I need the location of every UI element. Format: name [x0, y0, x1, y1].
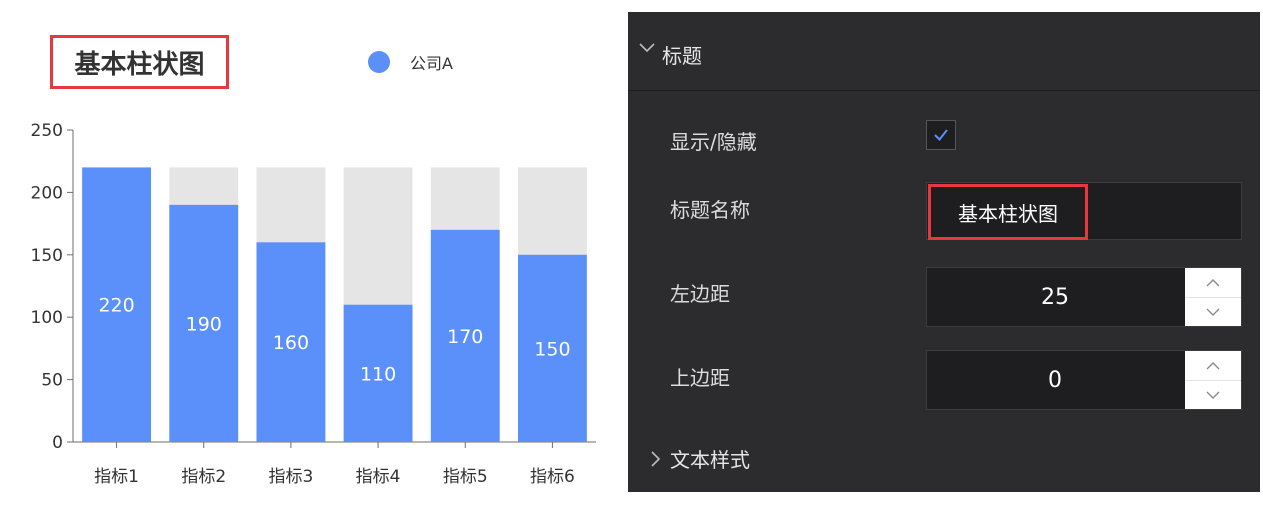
chevron-down-icon — [639, 43, 655, 53]
top-margin-decrement-button[interactable] — [1185, 380, 1241, 409]
y-tick-label: 50 — [41, 371, 63, 391]
text-style-label: 文本样式 — [670, 448, 750, 472]
chart-title-highlight: 基本柱状图 — [50, 35, 229, 89]
section-header-text-style[interactable]: 文本样式 — [628, 432, 1260, 482]
y-tick-label: 100 — [31, 308, 63, 328]
top-margin-value[interactable]: 0 — [927, 351, 1183, 409]
left-margin-value[interactable]: 25 — [927, 268, 1183, 326]
top-margin-stepper-buttons — [1185, 351, 1241, 409]
bar-data-label: 160 — [273, 332, 309, 354]
left-margin-increment-button[interactable] — [1185, 268, 1241, 298]
chevron-up-icon — [1206, 278, 1220, 286]
y-tick-label: 250 — [31, 121, 63, 141]
title-name-value: 基本柱状图 — [958, 201, 1058, 226]
legend-label: 公司A — [410, 54, 453, 73]
top-margin-increment-button[interactable] — [1185, 351, 1241, 381]
bar-data-label: 110 — [360, 363, 396, 385]
section-header-title[interactable]: 标题 — [628, 12, 1260, 91]
left-margin-decrement-button[interactable] — [1185, 297, 1241, 326]
legend-marker — [368, 51, 390, 73]
check-icon — [934, 129, 948, 142]
chevron-down-icon — [1206, 308, 1220, 316]
title-input-highlight[interactable]: 基本柱状图 — [928, 184, 1088, 240]
chart-legend[interactable]: 公司A — [368, 50, 453, 74]
visible-label: 显示/隐藏 — [670, 130, 757, 154]
left-margin-stepper-buttons — [1185, 268, 1241, 326]
chart-title: 基本柱状图 — [74, 49, 205, 80]
visible-checkbox[interactable] — [926, 120, 956, 150]
x-tick-label: 指标1 — [94, 467, 139, 487]
y-tick-label: 150 — [31, 246, 63, 266]
x-tick-label: 指标2 — [181, 467, 226, 487]
chevron-down-icon — [1206, 391, 1220, 399]
bar-data-label: 190 — [186, 313, 222, 335]
title-settings-panel: 标题 显示/隐藏 标题名称 基本柱状图 左边距 25 上边距 0 文本样式 — [628, 12, 1260, 492]
y-tick-label: 0 — [52, 433, 63, 453]
section-title: 标题 — [662, 44, 702, 68]
top-margin-stepper[interactable]: 0 — [926, 350, 1242, 410]
y-tick-label: 200 — [31, 183, 63, 203]
top-margin-label: 上边距 — [670, 366, 730, 390]
left-margin-stepper[interactable]: 25 — [926, 267, 1242, 327]
bar-chart: 0 50 100 150 200 250 220 指标1 190 指标2 160 指标3 110 指标4 1… — [0, 0, 620, 510]
x-tick-label: 指标3 — [269, 467, 314, 487]
chevron-right-icon — [651, 451, 661, 467]
title-name-label: 标题名称 — [670, 198, 750, 222]
left-margin-label: 左边距 — [670, 282, 730, 306]
x-tick-label: 指标4 — [356, 467, 401, 487]
bar-data-label: 170 — [447, 326, 483, 348]
chevron-up-icon — [1206, 361, 1220, 369]
x-tick-label: 指标5 — [443, 467, 488, 487]
bar-data-label: 150 — [534, 338, 570, 360]
x-tick-label: 指标6 — [530, 467, 575, 487]
bar-data-label: 220 — [98, 295, 134, 317]
